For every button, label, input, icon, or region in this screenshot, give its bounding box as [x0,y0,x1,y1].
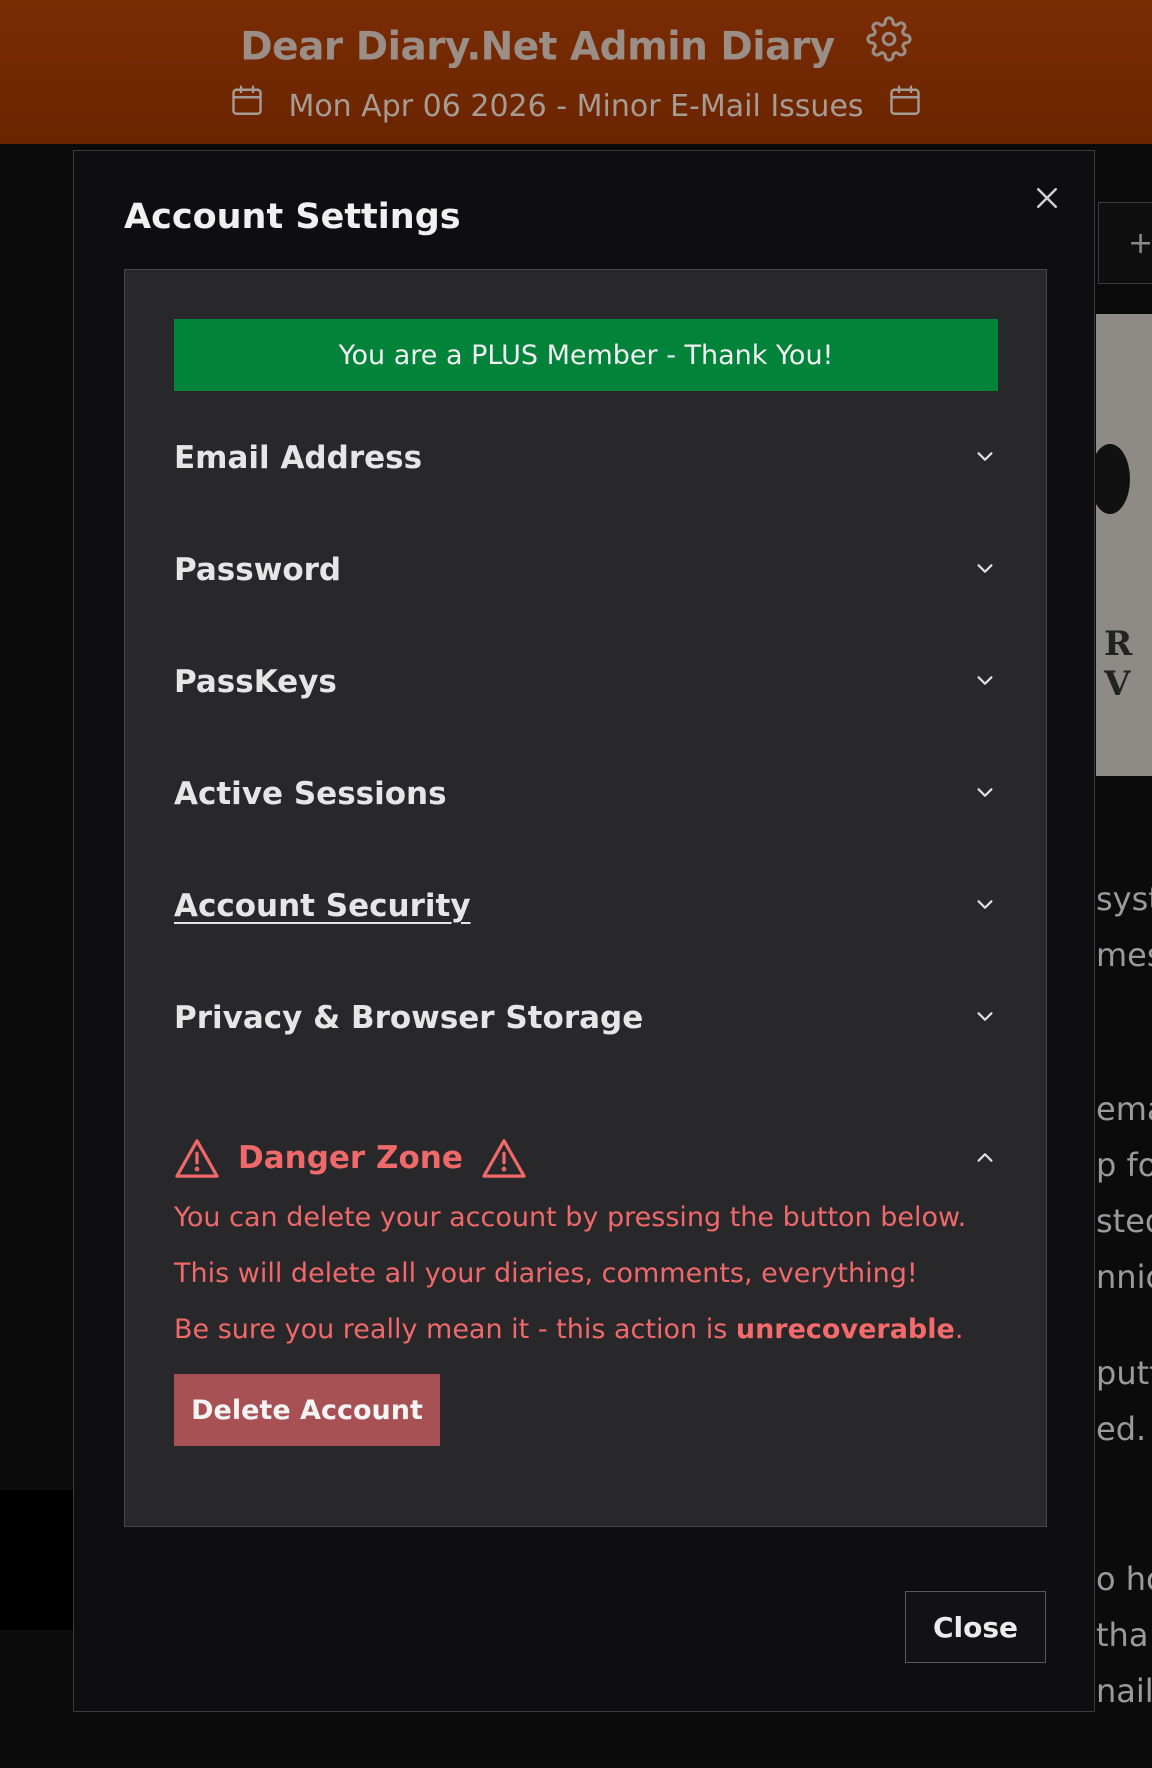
warning-icon [482,1139,526,1178]
section-label: Account Security [174,888,471,924]
danger-text-line: This will delete all your diaries, comme… [174,1258,918,1289]
danger-zone-label: Danger Zone [238,1140,463,1176]
app-header: Dear Diary.Net Admin Diary Mon Apr 06 20… [0,0,1152,144]
modal-title: Account Settings [124,197,461,237]
background-text: tha [1096,1616,1149,1654]
close-button[interactable]: Close [905,1591,1046,1663]
chevron-down-icon [977,676,993,685]
background-text: syst [1096,880,1152,918]
chevron-up-icon [977,1153,993,1162]
section-passkeys[interactable]: PassKeys [174,652,998,712]
background-text: putt [1096,1354,1152,1392]
section-label: Email Address [174,440,423,476]
diary-title[interactable]: Dear Diary.Net Admin Diary [240,25,835,70]
background-text: mes [1096,936,1152,974]
danger-text-prefix: Be sure you really mean it - this action… [174,1314,736,1345]
background-text: sted [1096,1202,1152,1240]
chevron-down-icon [977,900,993,909]
background-text: p fo [1096,1146,1152,1184]
account-settings-modal: Account Settings You are a PLUS Member -… [73,150,1095,1712]
section-privacy-browser-storage[interactable]: Privacy & Browser Storage [174,988,998,1048]
background-text: nail A [1096,1672,1152,1710]
background-text: emai [1096,1090,1152,1128]
section-label: Privacy & Browser Storage [174,1000,644,1036]
calendar-icon[interactable] [887,83,923,123]
close-icon[interactable] [1032,183,1062,213]
background-text: ed. E [1096,1410,1152,1448]
warning-icon [175,1139,219,1178]
section-label: Password [174,552,342,588]
danger-text-emphasis: unrecoverable [735,1314,955,1345]
background-text: o ho [1096,1560,1152,1598]
section-password[interactable]: Password [174,540,998,600]
chevron-down-icon [977,788,993,797]
danger-text-suffix: . [954,1314,964,1345]
delete-account-button[interactable]: Delete Account [174,1374,440,1446]
gear-icon[interactable] [866,16,912,66]
chevron-down-icon [977,452,993,461]
plus-member-banner: You are a PLUS Member - Thank You! [174,319,998,391]
chevron-down-icon [977,1012,993,1021]
chevron-down-icon [977,564,993,573]
entry-title[interactable]: Mon Apr 06 2026 - Minor E-Mail Issues [288,89,863,124]
danger-text-line: You can delete your account by pressing … [174,1202,967,1233]
section-danger-zone[interactable]: Danger Zone [174,1128,998,1188]
danger-text-line: Be sure you really mean it - this action… [174,1314,963,1345]
section-email-address[interactable]: Email Address [174,428,998,488]
background-text: nnica [1096,1258,1152,1296]
calendar-icon[interactable] [229,83,265,123]
plus-icon: + [1128,226,1152,261]
background-image: R V [1096,314,1152,776]
section-account-security[interactable]: Account Security [174,876,998,936]
section-label: Active Sessions [174,776,447,812]
section-active-sessions[interactable]: Active Sessions [174,764,998,824]
settings-panel: You are a PLUS Member - Thank You! Email… [124,269,1047,1527]
section-label: PassKeys [174,664,337,700]
